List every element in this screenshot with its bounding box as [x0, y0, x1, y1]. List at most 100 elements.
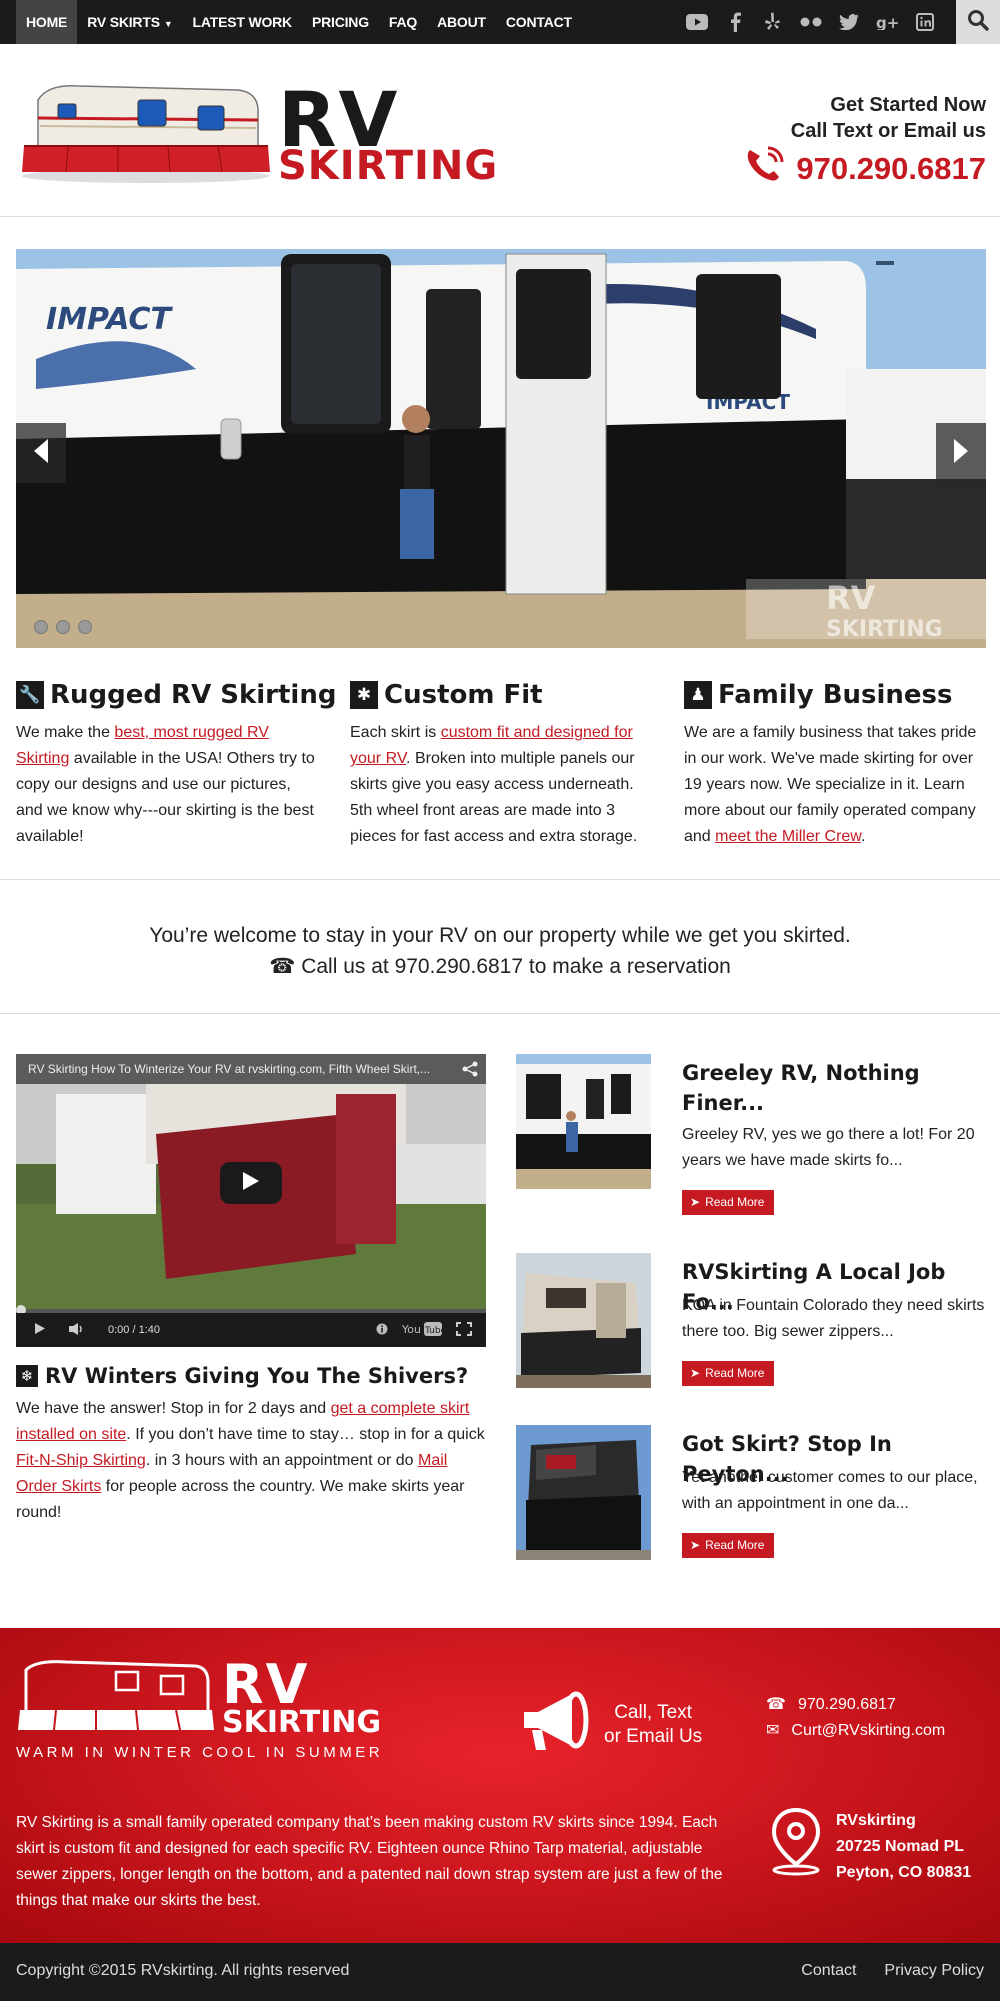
- post-thumbnail[interactable]: [516, 1253, 651, 1388]
- nav-latest-work[interactable]: LATEST WORK: [183, 0, 302, 44]
- linkedin-icon[interactable]: [906, 0, 944, 44]
- share-icon[interactable]: [462, 1061, 478, 1082]
- winter-text: We have the answer! Stop in for 2 days a…: [16, 1396, 486, 1526]
- nav-rv-skirts-label: RV SKIRTS: [87, 14, 160, 30]
- read-more-button[interactable]: ➤ Read More: [682, 1361, 775, 1386]
- post-item: Got Skirt? Stop In Peyton... Yet another…: [516, 1425, 986, 1565]
- info-icon[interactable]: [376, 1323, 388, 1338]
- fit-n-ship-link[interactable]: Fit-N-Ship Skirting: [16, 1452, 146, 1469]
- read-more-label: Read More: [705, 1366, 765, 1380]
- post-thumbnail[interactable]: [516, 1054, 651, 1189]
- nav-home[interactable]: HOME: [16, 0, 78, 44]
- nav-faq[interactable]: FAQ: [379, 0, 427, 44]
- footer-logo-wordmark[interactable]: RV SKIRTING: [222, 1658, 381, 1738]
- logo-rv-text: RV: [278, 75, 400, 164]
- reservation-text: Call us at 970.290.6817 to make a reserv…: [301, 955, 731, 978]
- feature-text: We are a family business that takes prid…: [684, 720, 984, 850]
- footer-about-text: RV Skirting is a small family operated c…: [16, 1814, 723, 1909]
- welcome-banner: You’re welcome to stay in your RV on our…: [0, 920, 1000, 982]
- feature-text-part: We are a family business that takes prid…: [684, 724, 977, 845]
- header-contact: Get Started Now Call Text or Email us 97…: [744, 92, 986, 193]
- volume-icon[interactable]: [68, 1322, 86, 1339]
- footer-rv-logo-image[interactable]: [16, 1658, 216, 1738]
- slider-next-button[interactable]: [936, 423, 986, 483]
- hero-slider[interactable]: IMPACT IMPACT RV SKIRTING: [16, 249, 986, 648]
- call-line-1: Call, Text: [614, 1701, 692, 1723]
- svg-text:You: You: [402, 1323, 421, 1336]
- arrow-right-icon: [952, 437, 970, 470]
- address-street: 20725 Nomad PL: [836, 1838, 965, 1855]
- video-title[interactable]: RV Skirting How To Winterize Your RV at …: [16, 1054, 486, 1084]
- footer-email-address: Curt@RVskirting.com: [791, 1722, 946, 1739]
- logo-wordmark[interactable]: RV SKIRTING: [278, 82, 499, 189]
- slider-dot[interactable]: [56, 620, 70, 634]
- winter-text-part: We have the answer! Stop in for 2 days a…: [16, 1400, 331, 1417]
- feature-heading: ♟ Family Business: [684, 680, 984, 710]
- search-button[interactable]: [956, 0, 1000, 44]
- site-footer: RV SKIRTING WARM IN WINTER COOL IN SUMME…: [0, 1628, 1000, 1943]
- post-excerpt: Greeley RV, yes we go there a lot! For 2…: [682, 1126, 975, 1169]
- youtube-video-player[interactable]: RV Skirting How To Winterize Your RV at …: [16, 1054, 486, 1347]
- play-small-icon[interactable]: [34, 1322, 46, 1338]
- megaphone-icon: [520, 1690, 594, 1759]
- video-play-button[interactable]: [220, 1162, 282, 1204]
- feature-heading: 🔧 Rugged RV Skirting: [16, 680, 336, 710]
- rv-logo-image[interactable]: [18, 80, 274, 184]
- footer-contact-link[interactable]: Contact: [801, 1962, 856, 1980]
- wrench-icon: 🔧: [16, 681, 44, 709]
- google-plus-icon[interactable]: g+: [868, 0, 906, 44]
- post-title[interactable]: Greeley RV, Nothing Finer...: [682, 1058, 988, 1118]
- footer-privacy-link[interactable]: Privacy Policy: [884, 1962, 984, 1980]
- slider-dot[interactable]: [78, 620, 92, 634]
- feature-text-part: We make the: [16, 724, 115, 741]
- post-excerpt: KOA in Fountain Colorado they need skirt…: [682, 1297, 985, 1340]
- arrow-circle-icon: ➤: [690, 1538, 701, 1552]
- read-more-button[interactable]: ➤ Read More: [682, 1190, 775, 1215]
- twitter-icon[interactable]: [830, 0, 868, 44]
- phone-icon: [744, 144, 788, 193]
- slider-dot[interactable]: [34, 620, 48, 634]
- feature-rugged: 🔧 Rugged RV Skirting We make the best, mo…: [16, 680, 336, 850]
- nav-about[interactable]: ABOUT: [427, 0, 496, 44]
- youtube-icon[interactable]: [678, 0, 716, 44]
- bottom-bar: Copyright ©2015 RVskirting. All rights r…: [0, 1943, 1000, 2001]
- nav-rv-skirts[interactable]: RV SKIRTS ▼: [77, 0, 182, 44]
- address-name: RVskirting: [836, 1812, 916, 1829]
- puzzle-icon: ✱: [350, 681, 378, 709]
- site-header: RV SKIRTING Get Started Now Call Text or…: [0, 44, 1000, 217]
- nav-contact[interactable]: CONTACT: [496, 0, 582, 44]
- footer-contact: ☎ 970.290.6817 ✉ Curt@RVskirting.com: [766, 1692, 945, 1744]
- envelope-icon: ✉: [766, 1722, 780, 1739]
- youtube-logo-icon[interactable]: YouTube: [401, 1321, 447, 1340]
- post-item: RVSkirting A Local Job Fo... KOA in Foun…: [516, 1253, 986, 1393]
- footer-phone[interactable]: ☎ 970.290.6817: [766, 1692, 945, 1718]
- telephone-icon: ☎: [766, 1696, 786, 1713]
- footer-address: RVskirting 20725 Nomad PL Peyton, CO 808…: [770, 1807, 972, 1886]
- footer-email[interactable]: ✉ Curt@RVskirting.com: [766, 1718, 945, 1744]
- winter-section: ❄ RV Winters Giving You The Shivers? We h…: [16, 1364, 486, 1526]
- nav-pricing[interactable]: PRICING: [302, 0, 379, 44]
- slider-prev-button[interactable]: [16, 423, 66, 483]
- play-icon: [242, 1171, 260, 1196]
- header-phone[interactable]: 970.290.6817: [744, 144, 986, 193]
- video-controls: 0:00 / 1:40 YouTube: [16, 1313, 486, 1347]
- copyright-text: Copyright ©2015 RVskirting. All rights r…: [16, 1962, 350, 1979]
- feature-family: ♟ Family Business We are a family busines…: [684, 680, 984, 850]
- meet-miller-crew-link[interactable]: meet the Miller Crew: [715, 828, 861, 845]
- hero-slide-image: IMPACT IMPACT RV SKIRTING: [16, 249, 986, 648]
- facebook-icon[interactable]: [716, 0, 754, 44]
- read-more-button[interactable]: ➤ Read More: [682, 1533, 775, 1558]
- features-section: 🔧 Rugged RV Skirting We make the best, mo…: [16, 680, 986, 850]
- arrow-left-icon: [32, 437, 50, 470]
- flickr-icon[interactable]: [792, 0, 830, 44]
- arrow-circle-icon: ➤: [690, 1366, 701, 1380]
- yelp-icon[interactable]: [754, 0, 792, 44]
- post-item: Greeley RV, Nothing Finer... Greeley RV,…: [516, 1054, 988, 1215]
- slider-dots: [34, 620, 92, 634]
- svg-text:g+: g+: [876, 14, 898, 30]
- fullscreen-icon[interactable]: [456, 1321, 472, 1339]
- post-thumbnail[interactable]: [516, 1425, 651, 1560]
- divider: [0, 1013, 1000, 1014]
- logo-skirting-text: SKIRTING: [278, 143, 499, 189]
- address-city: Peyton, CO 80831: [836, 1864, 972, 1881]
